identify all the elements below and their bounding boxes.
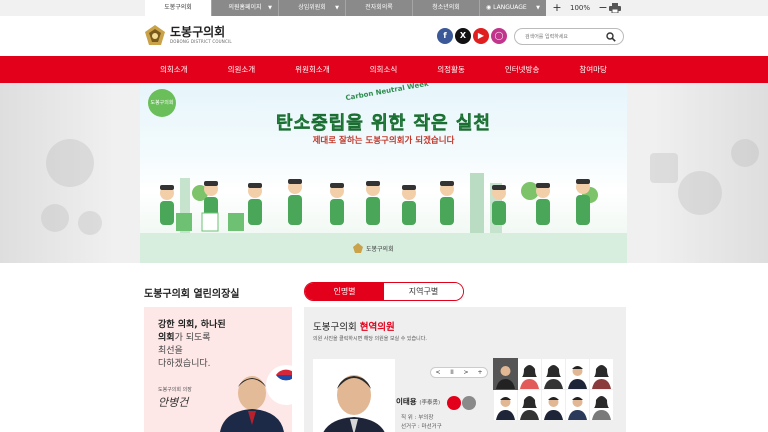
speaker-quote-bold: 의회 [158, 333, 175, 343]
member-district: 선거구 : 마선거구 [401, 424, 442, 430]
hero-english-text: Carbon Neutral Week [344, 83, 430, 103]
members-description: 의원 사진을 클릭하시면 해당 의원을 보실 수 있습니다. [313, 336, 427, 342]
member-thumbnail[interactable] [566, 359, 589, 389]
print-icon[interactable] [609, 3, 621, 13]
zoom-in-button[interactable]: + [552, 0, 562, 16]
mascot-watermark-image [650, 139, 759, 215]
site-tab-label: 상임위원회 [298, 4, 326, 11]
member-thumbnail-grid [493, 358, 614, 421]
site-header: 도봉구의회 DOBONG DISTRICT COUNCIL f X ▶ ◯ [0, 16, 768, 56]
nav-item-council-intro[interactable]: 의회소개 [160, 56, 188, 83]
member-thumbnail[interactable] [590, 359, 613, 389]
member-thumbnail[interactable] [566, 390, 589, 420]
members-panel: 도봉구의회 현역의원 의원 사진을 클릭하시면 해당 의원을 보실 수 있습니다… [304, 307, 626, 432]
hero-title: 탄소중립을 위한 작은 실천 [276, 113, 491, 135]
member-name: 이태용 (李泰勇) [396, 396, 440, 407]
member-position: 직 위 : 부의장 [401, 415, 434, 421]
pause-button[interactable]: II [445, 368, 459, 377]
site-tab-member-homepage[interactable]: 의원홈페이지 ▼ [212, 0, 279, 16]
next-button[interactable]: > [459, 368, 473, 377]
speaker-quote-text: 가 되도록 [174, 333, 211, 343]
nav-item-participation[interactable]: 참여마당 [579, 56, 607, 83]
nav-item-council-news[interactable]: 의회소식 [370, 56, 398, 83]
mascot-watermark-image [41, 139, 102, 235]
member-home-icon[interactable] [447, 396, 461, 410]
council-emblem-icon [353, 243, 363, 253]
site-tab-label: 청소년의회 [432, 4, 460, 11]
speaker-photo [220, 365, 292, 432]
chevron-down-icon: ▼ [536, 5, 540, 11]
speaker-card[interactable]: 강한 의회, 하나된 의회가 되도록 최선을 다하겠습니다. 도봉구의회 의장 … [144, 307, 292, 432]
site-tab-minutes[interactable]: 전자회의록 [346, 0, 413, 16]
site-tab-label: 의원홈페이지 [228, 4, 262, 11]
utility-bar: 도봉구의회 의원홈페이지 ▼ 상임위원회 ▼ 전자회의록 청소년의회 ◉ LANGU… [0, 0, 768, 16]
site-tab-council[interactable]: 도봉구의회 [145, 0, 212, 16]
speaker-quote-line: 최선을 [158, 346, 183, 356]
globe-icon: ◉ [486, 4, 492, 11]
carousel-controls: < II > + [430, 367, 488, 378]
hero-subtitle: 제대로 잘하는 도봉구의회가 되겠습니다 [312, 136, 455, 146]
member-name-hanja: (李泰勇) [419, 400, 441, 406]
site-tab-label: 도봉구의회 [164, 4, 192, 11]
members-title-highlight: 현역의원 [359, 322, 395, 333]
x-icon[interactable]: X [455, 28, 471, 44]
open-office-title: 도봉구의회 열린의장실 [144, 289, 240, 300]
hero-footer-logo-text: 도봉구의회 [366, 245, 394, 253]
site-logo[interactable]: 도봉구의회 DOBONG DISTRICT COUNCIL [144, 24, 232, 46]
member-thumbnail[interactable] [493, 358, 518, 390]
language-select[interactable]: ◉ LANGUAGE ▼ [480, 0, 546, 16]
prev-button[interactable]: < [431, 368, 445, 377]
member-thumbnail[interactable] [518, 359, 541, 389]
speaker-role: 도봉구의회 의장 [158, 387, 192, 393]
youtube-icon[interactable]: ▶ [473, 28, 489, 44]
member-tabs: 인명별 지역구별 [304, 282, 464, 301]
nav-item-internet-broadcast[interactable]: 인터넷방송 [505, 56, 540, 83]
hero-footer-logo: 도봉구의회 [353, 243, 394, 253]
council-emblem-icon [145, 25, 165, 45]
member-thumbnail[interactable] [542, 390, 565, 420]
member-thumbnail[interactable] [518, 390, 541, 420]
nav-item-activities[interactable]: 의정활동 [437, 56, 465, 83]
member-thumbnail[interactable] [494, 390, 517, 420]
chevron-down-icon: ▼ [335, 5, 339, 11]
facebook-icon[interactable]: f [437, 28, 453, 44]
hero-section: 도봉구의회 Carbon Neutral Week 탄소중립을 위한 작은 실천… [0, 83, 768, 263]
social-links: f X ▶ ◯ [437, 28, 507, 44]
hero-banner[interactable]: 도봉구의회 Carbon Neutral Week 탄소중립을 위한 작은 실천… [140, 83, 627, 263]
speaker-quote-line: 강한 의회, 하나된 [158, 320, 226, 330]
language-label: LANGUAGE [493, 4, 527, 11]
site-tab-standing-committee[interactable]: 상임위원회 ▼ [279, 0, 346, 16]
tab-by-district[interactable]: 지역구별 [384, 283, 463, 300]
main-nav: 의회소개 의원소개 위원회소개 의회소식 의정활동 인터넷방송 참여마당 [0, 56, 768, 83]
instagram-icon[interactable]: ◯ [491, 28, 507, 44]
site-tab-youth-council[interactable]: 청소년의회 [413, 0, 480, 16]
search-input[interactable] [525, 29, 613, 44]
member-thumbnail[interactable] [590, 390, 613, 420]
search-box [514, 28, 624, 45]
member-profile-icon[interactable] [462, 396, 476, 410]
chevron-down-icon: ▼ [268, 5, 272, 11]
nav-item-member-intro[interactable]: 의원소개 [228, 56, 256, 83]
zoom-out-button[interactable]: − [598, 0, 608, 16]
speaker-quote-line: 다하겠습니다. [158, 359, 211, 369]
site-tabs: 도봉구의회 의원홈페이지 ▼ 상임위원회 ▼ 전자회의록 청소년의회 [145, 0, 480, 16]
members-title: 도봉구의회 현역의원 [313, 319, 395, 333]
more-button[interactable]: + [473, 368, 487, 377]
member-thumbnail[interactable] [542, 359, 565, 389]
speaker-signature: 안병건 [158, 396, 189, 409]
member-name-ko: 이태용 [396, 397, 417, 406]
logo-title: 도봉구의회 [170, 25, 226, 39]
members-title-prefix: 도봉구의회 [313, 322, 360, 333]
site-tab-label: 전자회의록 [365, 4, 393, 11]
zoom-value: 100% [570, 4, 591, 12]
search-icon[interactable] [606, 32, 616, 42]
zoom-control: + 100% − [552, 0, 608, 16]
nav-item-committee-intro[interactable]: 위원회소개 [295, 56, 330, 83]
logo-subtitle: DOBONG DISTRICT COUNCIL [170, 39, 232, 44]
featured-member-photo[interactable] [313, 359, 395, 432]
tab-by-name[interactable]: 인명별 [305, 283, 384, 300]
speaker-quote-line: 의회가 되도록 [158, 332, 211, 344]
